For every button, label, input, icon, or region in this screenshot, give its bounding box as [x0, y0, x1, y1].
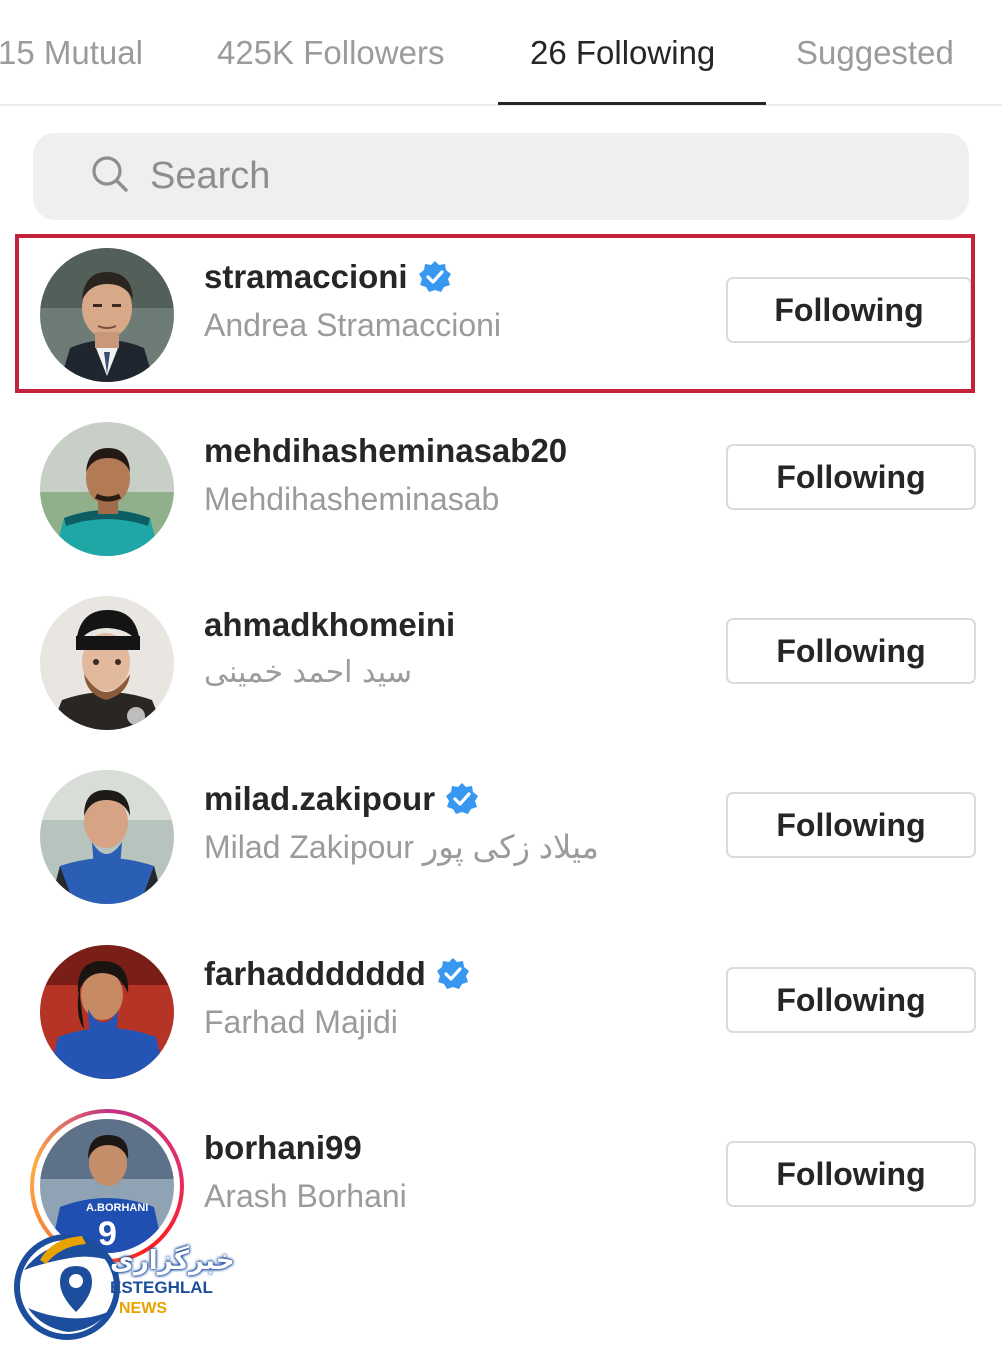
username[interactable]: borhani99	[204, 1129, 362, 1167]
avatar[interactable]	[40, 248, 174, 382]
logo-title-fa: خبرگزاری	[110, 1246, 235, 1276]
username[interactable]: milad.zakipour	[204, 780, 435, 818]
full-name: Mehdihasheminasab	[204, 481, 500, 517]
active-tab-indicator	[498, 102, 766, 105]
account-row-ahmadkhomeini[interactable]: ahmadkhomeini سید احمد خمینی Following	[0, 574, 1002, 748]
tab-suggested[interactable]: Suggested	[796, 0, 954, 106]
full-name: Milad Zakipour میلاد زکی پور	[204, 829, 599, 865]
account-row-stramaccioni[interactable]: stramaccioni Andrea Stramaccioni Followi…	[0, 226, 1002, 400]
following-button[interactable]: Following	[726, 792, 976, 858]
search-placeholder: Search	[150, 155, 271, 197]
avatar-image	[40, 422, 174, 556]
following-button[interactable]: Following	[726, 618, 976, 684]
tab-bar: 15 Mutual 425K Followers 26 Following Su…	[0, 0, 1002, 106]
username-line: stramaccioni	[204, 252, 452, 302]
username-line: borhani99	[204, 1123, 362, 1173]
avatar[interactable]	[40, 770, 174, 904]
username-line: milad.zakipour	[204, 774, 479, 824]
following-button[interactable]: Following	[726, 967, 976, 1033]
logo-title-en: ESTEGHLAL	[110, 1278, 213, 1297]
following-list-screen: 15 Mutual 425K Followers 26 Following Su…	[0, 0, 1002, 1367]
tab-following[interactable]: 26 Following	[530, 0, 715, 106]
username[interactable]: ahmadkhomeini	[204, 606, 455, 644]
full-name: Farhad Majidi	[204, 1004, 398, 1040]
verified-badge-icon	[418, 260, 452, 294]
search-input[interactable]: Search	[33, 133, 969, 220]
avatar-image	[40, 945, 174, 1079]
account-row-milad-zakipour[interactable]: milad.zakipour Milad Zakipour میلاد زکی …	[0, 748, 1002, 922]
logo-subtitle: NEWS	[119, 1300, 167, 1317]
full-name: سید احمد خمینی	[204, 655, 412, 690]
full-name: Arash Borhani	[204, 1178, 407, 1214]
username-line: ahmadkhomeini	[204, 600, 455, 650]
username[interactable]: stramaccioni	[204, 258, 408, 296]
svg-text:A.BORHANI: A.BORHANI	[86, 1202, 148, 1214]
verified-badge-icon	[445, 782, 479, 816]
avatar-image	[40, 596, 174, 730]
avatar[interactable]	[40, 596, 174, 730]
tab-followers[interactable]: 425K Followers	[217, 0, 444, 106]
avatar[interactable]	[40, 945, 174, 1079]
account-row-farhaddddddd[interactable]: farhaddddddd Farhad Majidi Following	[0, 923, 1002, 1097]
esteghlal-news-logo: خبرگزاری ESTEGHLAL NEWS	[12, 1220, 235, 1350]
following-button[interactable]: Following	[726, 444, 976, 510]
avatar-image	[40, 248, 174, 382]
following-button[interactable]: Following	[726, 277, 972, 343]
username[interactable]: mehdihasheminasab20	[204, 432, 567, 470]
full-name: Andrea Stramaccioni	[204, 307, 502, 343]
tab-mutual[interactable]: 15 Mutual	[0, 0, 143, 106]
username[interactable]: farhaddddddd	[204, 955, 426, 993]
username-line: mehdihasheminasab20	[204, 426, 567, 476]
account-row-mehdihasheminasab20[interactable]: mehdihasheminasab20 Mehdihasheminasab Fo…	[0, 400, 1002, 574]
following-button[interactable]: Following	[726, 1141, 976, 1207]
avatar[interactable]	[40, 422, 174, 556]
avatar-image	[40, 770, 174, 904]
search-icon	[92, 156, 128, 192]
verified-badge-icon	[436, 957, 470, 991]
username-line: farhaddddddd	[204, 949, 470, 999]
logo-emblem-icon	[14, 1234, 120, 1340]
